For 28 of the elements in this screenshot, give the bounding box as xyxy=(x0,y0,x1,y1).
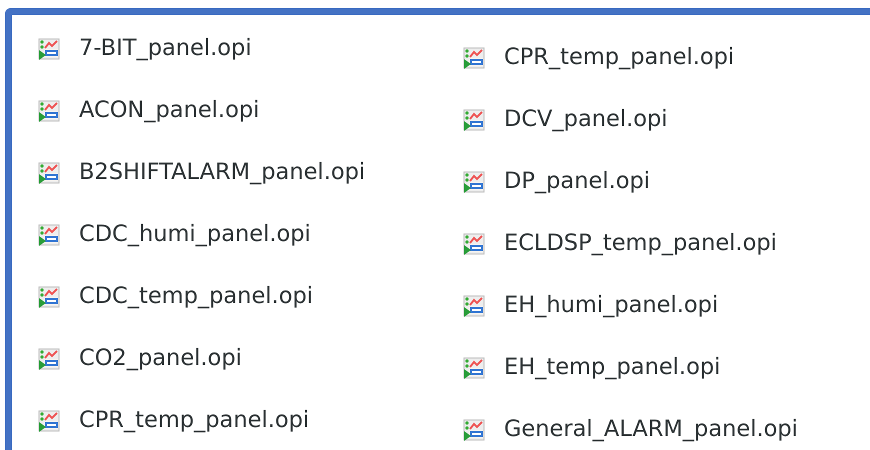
panel-file-icon xyxy=(462,232,486,256)
panel-file-icon xyxy=(37,161,61,185)
panel-file-icon xyxy=(37,409,61,433)
panel-file-icon xyxy=(462,170,486,194)
panel-file-icon xyxy=(37,99,61,123)
file-name[interactable]: EH_temp_panel.opi xyxy=(504,351,720,385)
file-name[interactable]: 7-BIT_panel.opi xyxy=(79,32,252,66)
file-name[interactable]: DP_panel.opi xyxy=(504,165,650,199)
file-name[interactable]: CPR_temp_panel.opi xyxy=(79,404,310,438)
panel-file-icon xyxy=(462,294,486,318)
panel-file-icon xyxy=(462,356,486,380)
file-name[interactable]: B2SHIFTALARM_panel.opi xyxy=(79,156,366,190)
file-name[interactable]: ECLDSP_temp_panel.opi xyxy=(504,227,777,261)
panel-file-icon xyxy=(462,108,486,132)
panel-file-icon xyxy=(37,223,61,247)
file-name[interactable]: CDC_temp_panel.opi xyxy=(79,280,313,314)
panel-file-icon xyxy=(462,46,486,70)
panel-file-icon xyxy=(462,418,486,442)
file-name[interactable]: General_ALARM_panel.opi xyxy=(504,413,798,447)
file-name[interactable]: CPR_temp_panel.opi xyxy=(504,41,734,75)
file-name[interactable]: EH_humi_panel.opi xyxy=(504,289,718,323)
file-name[interactable]: ACON_panel.opi xyxy=(79,94,260,128)
panel-file-icon xyxy=(37,37,61,61)
file-name[interactable]: DCV_panel.opi xyxy=(504,103,668,137)
file-name[interactable]: CDC_humi_panel.opi xyxy=(79,218,311,252)
file-name[interactable]: CO2_panel.opi xyxy=(79,342,242,376)
panel-file-icon xyxy=(37,285,61,309)
panel-file-icon xyxy=(37,347,61,371)
